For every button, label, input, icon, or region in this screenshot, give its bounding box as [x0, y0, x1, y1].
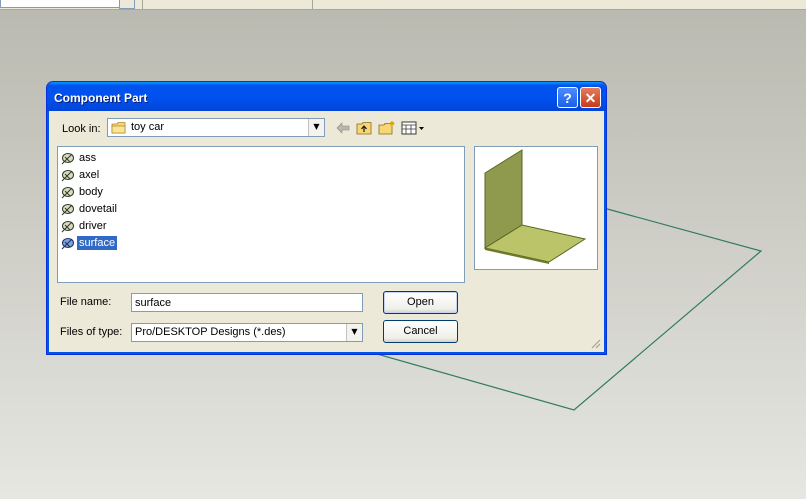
help-button[interactable]: ? [557, 87, 578, 108]
look-in-value: toy car [131, 121, 165, 133]
close-button[interactable]: ✕ [580, 87, 601, 108]
list-item-selected[interactable]: surface [61, 235, 118, 251]
file-type-label: Files of type: [60, 326, 123, 338]
folder-icon [111, 122, 126, 134]
file-type-dropdown[interactable]: ▼ [346, 324, 362, 341]
list-item[interactable]: body [61, 184, 105, 200]
dialog-body: Look in: toy car ▼ ass axel body dovetai… [50, 111, 603, 351]
list-item[interactable]: dovetail [61, 201, 119, 217]
file-name-input[interactable] [132, 294, 362, 311]
cancel-button[interactable]: Cancel [383, 320, 458, 343]
new-folder-icon[interactable] [378, 120, 396, 136]
up-folder-icon[interactable] [356, 120, 374, 136]
part-preview-image [483, 149, 587, 264]
look-in-combo[interactable]: toy car ▼ [107, 118, 325, 137]
list-item[interactable]: driver [61, 218, 109, 234]
design-file-icon [61, 153, 74, 165]
dialog-title: Component Part [54, 91, 148, 105]
component-part-dialog: Component Part ? ✕ Look in: toy car ▼ as… [46, 81, 607, 355]
list-item[interactable]: ass [61, 150, 98, 166]
file-name-label: body [79, 186, 103, 198]
preview-pane [474, 146, 598, 270]
file-name-label: axel [79, 169, 100, 181]
file-name-label: ass [79, 152, 97, 164]
view-menu-icon[interactable] [400, 120, 426, 136]
file-name-label: File name: [60, 296, 112, 308]
design-file-icon [61, 187, 74, 199]
design-file-icon [61, 170, 74, 182]
design-file-icon [61, 204, 74, 216]
file-name-label: surface [77, 236, 118, 250]
file-type-combo[interactable]: Pro/DESKTOP Designs (*.des) ▼ [131, 323, 363, 342]
back-arrow-icon[interactable] [334, 120, 352, 136]
dialog-titlebar[interactable]: Component Part ? ✕ [47, 82, 606, 111]
look-in-dropdown[interactable]: ▼ [308, 119, 324, 136]
design-file-icon [61, 238, 74, 250]
file-name-label: dovetail [79, 203, 117, 215]
design-file-icon [61, 221, 74, 233]
look-in-label: Look in: [62, 123, 101, 135]
resize-grip-icon[interactable] [590, 338, 601, 349]
list-item[interactable]: axel [61, 167, 101, 183]
file-name-label: driver [79, 220, 107, 232]
open-button[interactable]: Open [383, 291, 458, 314]
file-name-field[interactable] [131, 293, 363, 312]
file-type-value: Pro/DESKTOP Designs (*.des) [135, 326, 286, 338]
file-list[interactable]: ass axel body dovetail driver surface [57, 146, 465, 283]
